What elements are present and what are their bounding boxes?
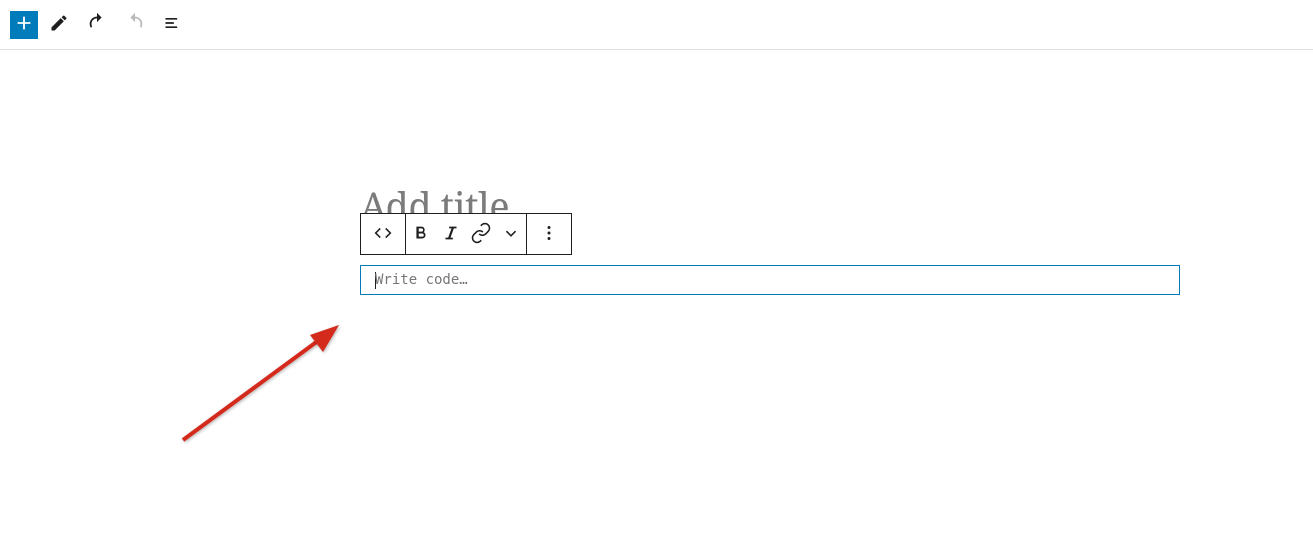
block-more-options-button[interactable] [527,214,571,254]
undo-icon [86,12,108,37]
list-icon [163,13,183,36]
italic-icon [440,222,462,247]
pencil-icon [49,13,69,36]
more-vertical-icon [538,222,560,247]
link-icon [470,222,492,247]
undo-button[interactable] [80,8,114,42]
link-button[interactable] [466,214,496,254]
redo-icon [124,12,146,37]
formatting-group [406,214,527,254]
top-toolbar [0,0,1313,50]
code-block-input[interactable]: Write code… [360,265,1180,295]
block-toolbar [360,213,572,255]
editor-area: Add title [0,50,1313,140]
block-options-group [527,214,571,254]
add-block-button[interactable] [10,11,38,39]
more-formatting-button[interactable] [496,214,526,254]
content-structure-button[interactable] [156,8,190,42]
bold-icon [410,222,432,247]
bold-button[interactable] [406,214,436,254]
code-placeholder: Write code… [375,272,468,288]
annotation-arrow [175,320,355,450]
plus-icon [13,12,35,38]
code-icon [372,222,394,247]
chevron-down-icon [500,222,522,247]
block-type-button[interactable] [361,214,405,254]
edit-mode-button[interactable] [42,8,76,42]
block-type-group [361,214,406,254]
redo-button[interactable] [118,8,152,42]
italic-button[interactable] [436,214,466,254]
